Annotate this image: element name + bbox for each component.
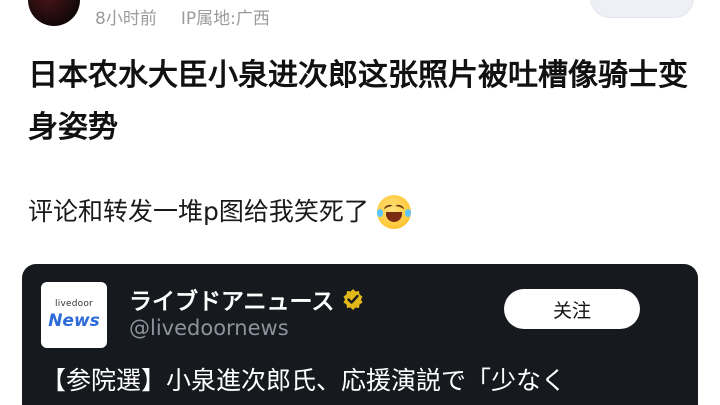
tweet-account-name-text: ライブドアニュース: [129, 289, 335, 315]
post-title: 日本农水大臣小泉进次郎这张照片被吐槽像骑士变身姿势: [28, 58, 688, 145]
author-avatar[interactable]: [28, 0, 80, 26]
verified-badge-icon: [342, 288, 364, 310]
logo-small-text: livedoor: [55, 299, 93, 309]
tweet-text: 【参院選】小泉進次郎氏、応援演説で「少なく: [41, 366, 567, 395]
embedded-tweet-card[interactable]: livedoor News ライブドアニュース @livedoornews 关注…: [22, 264, 698, 405]
post-meta: 8小时前 IP属地:广西: [95, 4, 270, 29]
post-body: 评论和转发一堆p图给我笑死了: [28, 192, 411, 232]
post-time: 8小时前: [95, 9, 157, 29]
tweet-handle: @livedoornews: [129, 316, 289, 340]
laughing-emoji-icon: [376, 195, 411, 229]
post-body-text: 评论和转发一堆p图给我笑死了: [28, 197, 369, 226]
logo-big-text: News: [48, 311, 100, 331]
tweet-account-name[interactable]: ライブドアニュース: [129, 282, 364, 316]
post-ip-location: IP属地:广西: [180, 9, 270, 29]
follow-button[interactable]: [590, 0, 694, 18]
livedoor-news-logo[interactable]: livedoor News: [41, 282, 107, 348]
tweet-follow-button[interactable]: 关注: [504, 289, 640, 329]
